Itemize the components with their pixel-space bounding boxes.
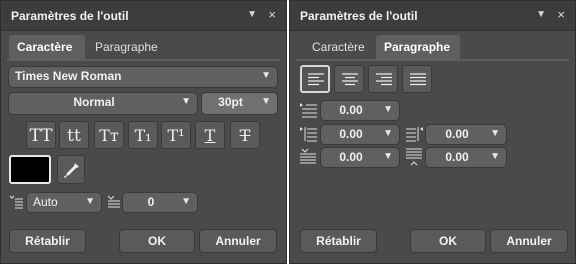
tab-paragraph[interactable]: Paragraphe: [87, 35, 167, 59]
chevron-down-icon: ▼: [261, 70, 271, 81]
chevron-down-icon: ▼: [85, 196, 95, 207]
space-after-select[interactable]: 0.00 ▼: [425, 147, 507, 168]
space-before-select[interactable]: 0.00 ▼: [320, 147, 400, 168]
chevron-down-icon: ▼: [181, 196, 191, 207]
space-after-icon: [406, 148, 422, 166]
reset-button[interactable]: Rétablir: [300, 229, 377, 253]
font-style-value: Normal: [73, 95, 115, 109]
font-family-value: Times New Roman: [15, 69, 122, 83]
title-bar: Paramètres de l'outil ▼ ×: [1, 1, 286, 31]
leading-value: Auto: [33, 195, 58, 209]
align-right-icon: [376, 73, 392, 86]
font-style-select[interactable]: Normal ▼: [8, 92, 198, 115]
line-spacing-icon: [9, 195, 23, 209]
cancel-button[interactable]: Annuler: [490, 229, 568, 253]
subscript-button[interactable]: T₁: [128, 121, 158, 149]
tab-character[interactable]: Caractère: [9, 35, 85, 59]
cancel-button[interactable]: Annuler: [199, 229, 277, 253]
align-center-icon: [342, 73, 358, 86]
collapse-icon[interactable]: ▼: [536, 9, 546, 20]
close-icon[interactable]: ×: [268, 7, 276, 22]
align-left-button[interactable]: [300, 65, 330, 93]
title-case-button[interactable]: Tᴛ: [94, 121, 124, 149]
superscript-button[interactable]: T¹: [161, 121, 191, 149]
right-indent-value: 0.00: [445, 127, 469, 141]
space-before-icon: [300, 148, 316, 164]
chevron-down-icon: ▼: [383, 151, 393, 162]
panel-title: Paramètres de l'outil: [11, 9, 129, 23]
font-family-select[interactable]: Times New Roman ▼: [8, 66, 278, 88]
strikethrough-button[interactable]: T: [230, 121, 260, 149]
tab-paragraph[interactable]: Paragraphe: [376, 35, 460, 59]
align-left-icon: [308, 73, 324, 86]
font-size-select[interactable]: 30pt ▼: [201, 92, 278, 115]
underline-button[interactable]: T: [195, 121, 225, 149]
chevron-down-icon: ▼: [261, 96, 271, 107]
ok-button[interactable]: OK: [410, 229, 486, 253]
space-before-value: 0.00: [339, 150, 363, 164]
justify-button[interactable]: [402, 65, 432, 93]
tab-character[interactable]: Caractère: [304, 35, 372, 59]
chevron-down-icon: ▼: [490, 128, 500, 139]
first-line-indent-select[interactable]: 0.00 ▼: [320, 100, 400, 121]
collapse-icon[interactable]: ▼: [247, 9, 257, 20]
tab-divider: [7, 59, 280, 61]
left-indent-value: 0.00: [339, 127, 363, 141]
reset-button[interactable]: Rétablir: [9, 229, 86, 253]
all-caps-button[interactable]: TT: [26, 121, 56, 149]
right-indent-select[interactable]: 0.00 ▼: [425, 124, 507, 145]
space-after-value: 0.00: [445, 150, 469, 164]
chevron-down-icon: ▼: [383, 128, 393, 139]
chevron-down-icon: ▼: [181, 96, 191, 107]
leading-select[interactable]: Auto ▼: [26, 192, 102, 213]
chevron-down-icon: ▼: [490, 151, 500, 162]
right-indent-icon: [406, 127, 423, 142]
left-indent-select[interactable]: 0.00 ▼: [320, 124, 400, 145]
letter-spacing-icon: [107, 195, 120, 208]
ok-button[interactable]: OK: [119, 229, 195, 253]
panel-title: Paramètres de l'outil: [300, 9, 418, 23]
tab-divider: [296, 59, 569, 61]
text-color-swatch[interactable]: [9, 155, 51, 184]
tool-settings-panel-character: Paramètres de l'outil ▼ × Caractère Para…: [0, 0, 287, 264]
left-indent-icon: [300, 127, 317, 142]
align-center-button[interactable]: [334, 65, 364, 93]
tracking-select[interactable]: 0 ▼: [122, 192, 198, 213]
tracking-value: 0: [147, 195, 155, 209]
first-line-indent-icon: [300, 103, 317, 118]
close-icon[interactable]: ×: [557, 7, 565, 22]
chevron-down-icon: ▼: [383, 104, 393, 115]
font-size-value: 30pt: [218, 95, 243, 109]
eyedropper-icon: [63, 163, 79, 179]
align-right-button[interactable]: [368, 65, 398, 93]
first-line-indent-value: 0.00: [339, 103, 363, 117]
justify-icon: [410, 73, 426, 86]
small-caps-button[interactable]: tt: [59, 121, 89, 149]
eyedropper-button[interactable]: [57, 155, 85, 184]
tool-settings-panel-paragraph: Paramètres de l'outil ▼ × Caractère Para…: [289, 0, 576, 264]
title-bar: Paramètres de l'outil ▼ ×: [290, 1, 575, 31]
